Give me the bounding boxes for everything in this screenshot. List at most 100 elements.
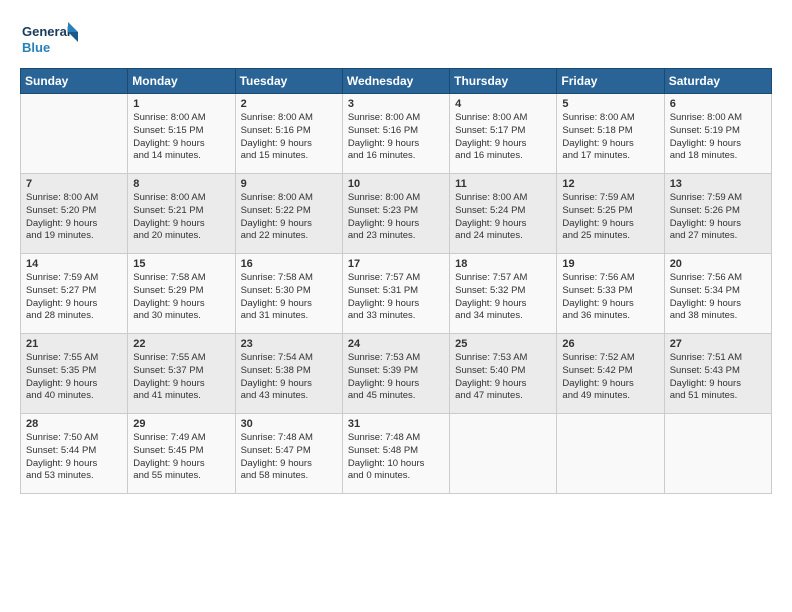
cell-text: Sunrise: 7:48 AMSunset: 5:48 PMDaylight:… xyxy=(348,432,445,483)
day-number: 1 xyxy=(133,98,230,110)
day-number: 18 xyxy=(455,258,552,270)
cell-text: Sunrise: 8:00 AMSunset: 5:24 PMDaylight:… xyxy=(455,192,552,243)
day-number: 8 xyxy=(133,178,230,190)
calendar-cell: 21 Sunrise: 7:55 AMSunset: 5:35 PMDayligh… xyxy=(21,334,128,414)
day-number: 23 xyxy=(241,338,338,350)
day-number: 13 xyxy=(670,178,767,190)
header: GeneralBlue xyxy=(20,18,772,58)
header-day: Sunday xyxy=(21,69,128,94)
day-number: 25 xyxy=(455,338,552,350)
header-day: Saturday xyxy=(664,69,771,94)
cell-text: Sunrise: 8:00 AMSunset: 5:22 PMDaylight:… xyxy=(241,192,338,243)
day-number: 9 xyxy=(241,178,338,190)
calendar-cell: 5 Sunrise: 8:00 AMSunset: 5:18 PMDaylight… xyxy=(557,94,664,174)
cell-text: Sunrise: 8:00 AMSunset: 5:16 PMDaylight:… xyxy=(241,112,338,163)
calendar-cell: 13 Sunrise: 7:59 AMSunset: 5:26 PMDayligh… xyxy=(664,174,771,254)
cell-text: Sunrise: 7:57 AMSunset: 5:31 PMDaylight:… xyxy=(348,272,445,323)
day-number: 16 xyxy=(241,258,338,270)
calendar-cell xyxy=(21,94,128,174)
header-day: Monday xyxy=(128,69,235,94)
cell-text: Sunrise: 7:50 AMSunset: 5:44 PMDaylight:… xyxy=(26,432,123,483)
calendar-cell: 6Sunrise: 8:00 AMSunset: 5:19 PMDaylight… xyxy=(664,94,771,174)
cell-text: Sunrise: 7:52 AMSunset: 5:42 PMDaylight:… xyxy=(562,352,659,403)
calendar-week-row: 14 Sunrise: 7:59 AMSunset: 5:27 PMDayligh… xyxy=(21,254,772,334)
day-number: 2 xyxy=(241,98,338,110)
cell-text: Sunrise: 8:00 AMSunset: 5:16 PMDaylight:… xyxy=(348,112,445,163)
cell-text: Sunrise: 7:55 AMSunset: 5:35 PMDaylight:… xyxy=(26,352,123,403)
cell-text: Sunrise: 7:53 AMSunset: 5:40 PMDaylight:… xyxy=(455,352,552,403)
calendar-cell: 29Sunrise: 7:49 AMSunset: 5:45 PMDayligh… xyxy=(128,414,235,494)
calendar-cell: 30Sunrise: 7:48 AMSunset: 5:47 PMDayligh… xyxy=(235,414,342,494)
calendar-cell: 10Sunrise: 8:00 AMSunset: 5:23 PMDayligh… xyxy=(342,174,449,254)
day-number: 27 xyxy=(670,338,767,350)
header-day: Thursday xyxy=(450,69,557,94)
calendar-week-row: 21 Sunrise: 7:55 AMSunset: 5:35 PMDayligh… xyxy=(21,334,772,414)
calendar-week-row: 7Sunrise: 8:00 AMSunset: 5:20 PMDaylight… xyxy=(21,174,772,254)
calendar-cell: 8 Sunrise: 8:00 AMSunset: 5:21 PMDaylight… xyxy=(128,174,235,254)
day-number: 28 xyxy=(26,418,123,430)
day-number: 12 xyxy=(562,178,659,190)
cell-text: Sunrise: 7:59 AMSunset: 5:27 PMDaylight:… xyxy=(26,272,123,323)
day-number: 22 xyxy=(133,338,230,350)
cell-text: Sunrise: 7:58 AMSunset: 5:30 PMDaylight:… xyxy=(241,272,338,323)
calendar-cell: 3 Sunrise: 8:00 AMSunset: 5:16 PMDaylight… xyxy=(342,94,449,174)
calendar-cell: 24 Sunrise: 7:53 AMSunset: 5:39 PMDayligh… xyxy=(342,334,449,414)
svg-text:Blue: Blue xyxy=(22,40,50,55)
calendar-cell: 19 Sunrise: 7:56 AMSunset: 5:33 PMDayligh… xyxy=(557,254,664,334)
calendar-cell: 1 Sunrise: 8:00 AMSunset: 5:15 PMDaylight… xyxy=(128,94,235,174)
calendar-cell: 15 Sunrise: 7:58 AMSunset: 5:29 PMDayligh… xyxy=(128,254,235,334)
calendar-cell: 25 Sunrise: 7:53 AMSunset: 5:40 PMDayligh… xyxy=(450,334,557,414)
cell-text: Sunrise: 8:00 AMSunset: 5:21 PMDaylight:… xyxy=(133,192,230,243)
calendar-cell: 31Sunrise: 7:48 AMSunset: 5:48 PMDayligh… xyxy=(342,414,449,494)
day-number: 15 xyxy=(133,258,230,270)
cell-text: Sunrise: 8:00 AMSunset: 5:15 PMDaylight:… xyxy=(133,112,230,163)
day-number: 5 xyxy=(562,98,659,110)
calendar-cell: 2 Sunrise: 8:00 AMSunset: 5:16 PMDaylight… xyxy=(235,94,342,174)
calendar-cell: 22 Sunrise: 7:55 AMSunset: 5:37 PMDayligh… xyxy=(128,334,235,414)
cell-text: Sunrise: 7:51 AMSunset: 5:43 PMDaylight:… xyxy=(670,352,767,403)
calendar-cell: 28 Sunrise: 7:50 AMSunset: 5:44 PMDayligh… xyxy=(21,414,128,494)
day-number: 7 xyxy=(26,178,123,190)
calendar-cell: 12 Sunrise: 7:59 AMSunset: 5:25 PMDayligh… xyxy=(557,174,664,254)
calendar-cell xyxy=(557,414,664,494)
day-number: 17 xyxy=(348,258,445,270)
calendar-cell: 23 Sunrise: 7:54 AMSunset: 5:38 PMDayligh… xyxy=(235,334,342,414)
cell-text: Sunrise: 7:54 AMSunset: 5:38 PMDaylight:… xyxy=(241,352,338,403)
day-number: 11 xyxy=(455,178,552,190)
header-day: Wednesday xyxy=(342,69,449,94)
header-row: SundayMondayTuesdayWednesdayThursdayFrid… xyxy=(21,69,772,94)
cell-text: Sunrise: 7:59 AMSunset: 5:26 PMDaylight:… xyxy=(670,192,767,243)
svg-text:General: General xyxy=(22,24,70,39)
cell-text: Sunrise: 7:58 AMSunset: 5:29 PMDaylight:… xyxy=(133,272,230,323)
calendar-cell xyxy=(450,414,557,494)
header-day: Friday xyxy=(557,69,664,94)
day-number: 10 xyxy=(348,178,445,190)
cell-text: Sunrise: 8:00 AMSunset: 5:18 PMDaylight:… xyxy=(562,112,659,163)
calendar-cell: 18 Sunrise: 7:57 AMSunset: 5:32 PMDayligh… xyxy=(450,254,557,334)
day-number: 29 xyxy=(133,418,230,430)
day-number: 4 xyxy=(455,98,552,110)
day-number: 24 xyxy=(348,338,445,350)
calendar-week-row: 1 Sunrise: 8:00 AMSunset: 5:15 PMDaylight… xyxy=(21,94,772,174)
day-number: 6 xyxy=(670,98,767,110)
cell-text: Sunrise: 7:56 AMSunset: 5:33 PMDaylight:… xyxy=(562,272,659,323)
calendar-cell: 26Sunrise: 7:52 AMSunset: 5:42 PMDayligh… xyxy=(557,334,664,414)
day-number: 14 xyxy=(26,258,123,270)
calendar-cell: 11 Sunrise: 8:00 AMSunset: 5:24 PMDayligh… xyxy=(450,174,557,254)
calendar-week-row: 28 Sunrise: 7:50 AMSunset: 5:44 PMDayligh… xyxy=(21,414,772,494)
page: GeneralBlue SundayMondayTuesdayWednesday… xyxy=(0,0,792,612)
day-number: 21 xyxy=(26,338,123,350)
calendar-table: SundayMondayTuesdayWednesdayThursdayFrid… xyxy=(20,68,772,494)
logo-svg: GeneralBlue xyxy=(20,18,80,58)
calendar-cell: 14 Sunrise: 7:59 AMSunset: 5:27 PMDayligh… xyxy=(21,254,128,334)
day-number: 19 xyxy=(562,258,659,270)
calendar-cell: 9 Sunrise: 8:00 AMSunset: 5:22 PMDaylight… xyxy=(235,174,342,254)
calendar-cell: 27 Sunrise: 7:51 AMSunset: 5:43 PMDayligh… xyxy=(664,334,771,414)
day-number: 3 xyxy=(348,98,445,110)
calendar-cell: 17 Sunrise: 7:57 AMSunset: 5:31 PMDayligh… xyxy=(342,254,449,334)
cell-text: Sunrise: 7:57 AMSunset: 5:32 PMDaylight:… xyxy=(455,272,552,323)
cell-text: Sunrise: 7:59 AMSunset: 5:25 PMDaylight:… xyxy=(562,192,659,243)
cell-text: Sunrise: 7:53 AMSunset: 5:39 PMDaylight:… xyxy=(348,352,445,403)
cell-text: Sunrise: 7:55 AMSunset: 5:37 PMDaylight:… xyxy=(133,352,230,403)
calendar-cell xyxy=(664,414,771,494)
